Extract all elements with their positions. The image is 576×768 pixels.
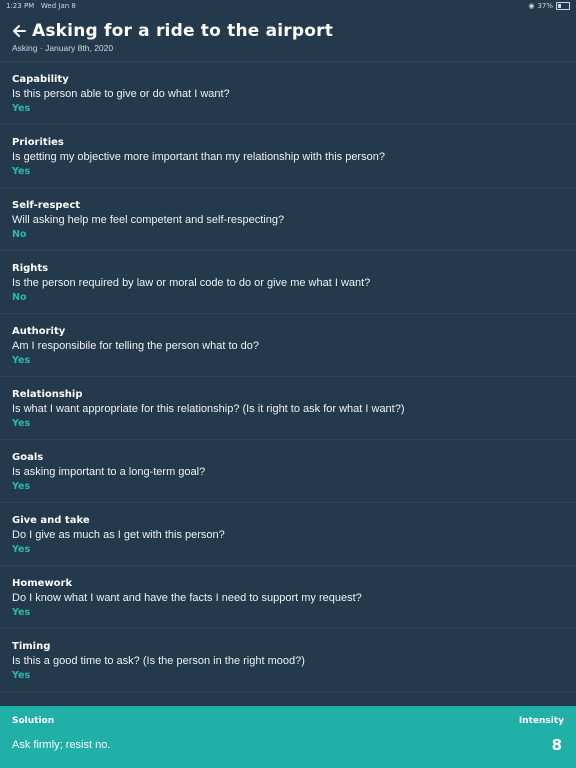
item-answer: No — [12, 292, 27, 303]
solution-body: Ask firmly; resist no. 8 — [12, 736, 564, 754]
header: Asking for a ride to the airport Asking … — [0, 11, 576, 61]
item-answer: Yes — [12, 481, 31, 492]
item-answer: Yes — [12, 544, 31, 555]
solution-panel: Solution Intensity Ask firmly; resist no… — [0, 706, 576, 768]
item-answer: Yes — [12, 418, 31, 429]
list-item[interactable]: Rights Is the person required by law or m… — [0, 251, 576, 314]
item-question: Is the person required by law or moral c… — [12, 277, 371, 289]
item-question: Is this a good time to ask? (Is the pers… — [12, 655, 305, 667]
list-item[interactable]: Goals Is asking important to a long-term … — [0, 440, 576, 503]
item-label: Timing — [12, 641, 51, 652]
status-date: Wed Jan 8 — [40, 1, 76, 10]
intensity-label: Intensity — [518, 716, 564, 726]
item-question: Is this person able to give or do what I… — [12, 88, 230, 100]
solution-label: Solution — [12, 716, 55, 726]
item-answer: No — [12, 229, 27, 240]
item-label: Homework — [12, 578, 73, 589]
list-item[interactable]: Self-respect Will asking help me feel com… — [0, 188, 576, 251]
item-label: Priorities — [12, 137, 64, 148]
list-item[interactable]: Give and take Do I give as much as I get … — [0, 503, 576, 566]
item-answer: Yes — [12, 355, 31, 366]
list-item[interactable]: Timing Is this a good time to ask? (Is th… — [0, 629, 576, 692]
item-question: Do I know what I want and have the facts… — [12, 592, 362, 604]
list-item[interactable]: Capability Is this person able to give or… — [0, 62, 576, 125]
solution-value: Ask firmly; resist no. — [12, 739, 111, 751]
item-answer: Yes — [12, 670, 31, 681]
item-question: Is what I want appropriate for this rela… — [12, 403, 405, 415]
item-answer: Yes — [12, 103, 31, 114]
item-question: Am I responsibile for telling the person… — [12, 340, 260, 352]
item-label: Capability — [12, 74, 69, 85]
battery-icon — [556, 1, 570, 10]
list-item[interactable]: Priorities Is getting my objective more i… — [0, 125, 576, 188]
item-question: Will asking help me feel competent and s… — [12, 214, 285, 226]
battery-percent: 37% — [537, 1, 553, 10]
item-label: Goals — [12, 452, 44, 463]
list-item[interactable]: Relationship Is what I want appropriate f… — [0, 377, 576, 440]
item-question: Do I give as much as I get with this per… — [12, 529, 225, 541]
page-title: Asking for a ride to the airport — [32, 21, 334, 41]
item-answer: Yes — [12, 166, 31, 177]
solution-header: Solution Intensity — [12, 716, 564, 726]
intensity-value: 8 — [551, 736, 562, 754]
status-right: ◉ 37% — [528, 1, 570, 10]
item-question: Is asking important to a long-term goal? — [12, 466, 206, 478]
title-row: Asking for a ride to the airport — [12, 21, 564, 41]
question-list: Capability Is this person able to give or… — [0, 61, 576, 692]
status-bar: 1:23 PM Wed Jan 8 ◉ 37% — [0, 0, 576, 11]
status-left: 1:23 PM Wed Jan 8 — [6, 2, 76, 10]
item-label: Authority — [12, 326, 66, 337]
page-subtitle: Asking · January 8th, 2020 — [12, 43, 114, 53]
list-item[interactable]: Authority Am I responsibile for telling t… — [0, 314, 576, 377]
item-label: Rights — [12, 263, 49, 274]
item-answer: Yes — [12, 607, 31, 618]
item-label: Relationship — [12, 389, 83, 400]
arrow-left-icon[interactable] — [12, 24, 26, 38]
item-question: Is getting my objective more important t… — [12, 151, 385, 163]
item-label: Give and take — [12, 515, 90, 526]
wifi-icon: ◉ — [528, 1, 535, 10]
item-label: Self-respect — [12, 200, 81, 211]
status-time: 1:23 PM — [6, 1, 35, 10]
list-item[interactable]: Homework Do I know what I want and have t… — [0, 566, 576, 629]
